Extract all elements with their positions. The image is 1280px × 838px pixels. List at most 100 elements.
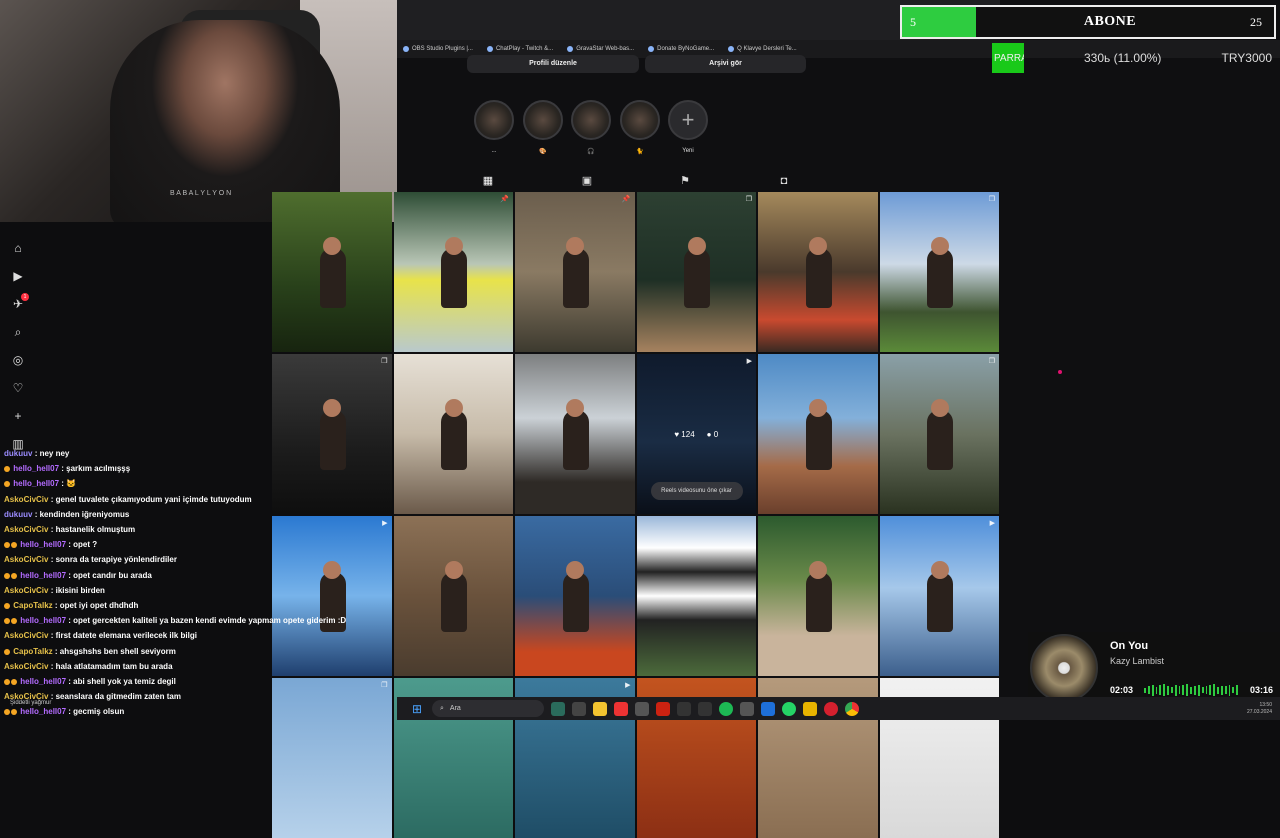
app-circle-icon[interactable] [656, 701, 670, 716]
bookmark-item[interactable]: Q Klavye Dersleri Te... [728, 46, 797, 52]
task-view-icon[interactable] [572, 701, 586, 716]
chat-username[interactable]: AskoCivCiv [4, 662, 48, 671]
bookmark-icon[interactable]: ⚑ [678, 174, 692, 188]
post-thumbnail[interactable] [636, 516, 756, 676]
messages-icon[interactable]: ✈ 1 [10, 293, 29, 312]
chat-badge-icon [11, 542, 17, 549]
post-thumbnail[interactable] [758, 516, 878, 676]
chat-username[interactable]: CapoTalkz [13, 601, 52, 610]
chrome-icon[interactable] [845, 701, 859, 716]
app-red-icon[interactable] [614, 701, 628, 716]
chat-message: AskoCivCiv : ikisini birden [4, 583, 272, 598]
person-silhouette [441, 248, 468, 308]
chat-username[interactable]: dukuuv [4, 510, 32, 519]
new-highlight-button[interactable]: + Yeni [667, 100, 709, 156]
system-tray[interactable]: 13:50 27.03.2024 [1247, 702, 1272, 716]
post-thumbnail[interactable]: ▶ [272, 516, 392, 676]
chat-username[interactable]: AskoCivCiv [4, 586, 48, 595]
view-archive-button[interactable]: Arşivi gör [645, 55, 806, 73]
waveform-bar [1174, 684, 1177, 696]
chat-username[interactable]: hello_hell07 [20, 616, 66, 625]
chat-username[interactable]: hello_hell07 [13, 479, 59, 488]
post-thumbnail[interactable] [758, 192, 878, 352]
post-thumbnail[interactable] [515, 354, 635, 514]
bookmark-item[interactable]: Donate ByNoGame... [648, 46, 714, 52]
waveform-bar [1224, 686, 1227, 694]
explore-icon[interactable]: ◎ [10, 352, 26, 368]
post-thumbnail[interactable]: ♥ 124 ● 0 Reels videosunu öne çıkar ▶ [636, 354, 756, 514]
chat-username[interactable]: hello_hell07 [20, 677, 66, 686]
post-thumbnail[interactable] [393, 354, 513, 514]
waveform-bar [1144, 687, 1146, 693]
chat-message: hello_hell07 : opet ? [4, 537, 272, 552]
post-thumbnail[interactable] [272, 192, 392, 352]
post-thumbnail[interactable] [758, 354, 878, 514]
post-thumbnail[interactable]: ❐ [879, 354, 999, 514]
spotify-icon[interactable] [719, 701, 733, 716]
chat-username[interactable]: hello_hell07 [13, 464, 59, 473]
opera-icon[interactable] [824, 701, 838, 716]
file-explorer-icon[interactable] [593, 701, 607, 716]
post-thumbnail[interactable]: ❐ [272, 354, 392, 514]
create-icon[interactable]: + [10, 408, 26, 424]
chat-text: : opet candır bu arada [68, 570, 152, 580]
chat-username[interactable]: AskoCivCiv [4, 495, 48, 504]
reels-nav-icon[interactable]: ▶ [10, 268, 26, 284]
bookmark-item[interactable]: ChatPlay - Twitch &... [486, 46, 553, 52]
bookmark-item[interactable]: GravaStar Web-bas... [567, 46, 634, 52]
notifications-icon[interactable]: ♡ [10, 380, 26, 396]
chat-badge-icon [11, 709, 17, 716]
app-dark-icon[interactable] [677, 701, 691, 716]
grid-icon[interactable]: ▦ [481, 174, 495, 188]
post-thumbnail[interactable]: ❐ [879, 192, 999, 352]
mail-icon[interactable] [761, 701, 775, 716]
person-silhouette [562, 248, 589, 308]
carousel-icon: ❐ [381, 358, 388, 365]
whatsapp-icon[interactable] [782, 701, 796, 716]
tagged-icon[interactable]: ◘ [777, 174, 791, 188]
person-silhouette [319, 410, 346, 470]
bookmark-item[interactable]: OBS Studio Plugins |... [403, 46, 473, 52]
settings-icon[interactable] [740, 701, 754, 716]
bookmark-favicon-icon [486, 46, 493, 52]
steam-icon[interactable] [698, 701, 712, 716]
chat-username[interactable]: hello_hell07 [20, 707, 66, 716]
chat-message: AskoCivCiv : first datete elemana verile… [4, 628, 272, 643]
chat-badge-icon [4, 481, 10, 488]
app-gray-icon[interactable] [635, 701, 649, 716]
widgets-icon[interactable] [551, 701, 565, 716]
chat-username[interactable]: AskoCivCiv [4, 525, 48, 534]
story-highlight[interactable]: ... [473, 100, 515, 156]
chat-username[interactable]: hello_hell07 [20, 571, 66, 580]
chat-text: : kendinden iğreniyomus [34, 509, 130, 519]
chat-username[interactable]: AskoCivCiv [4, 631, 48, 640]
post-thumbnail[interactable]: ▶ [879, 516, 999, 676]
story-highlight[interactable]: 🐈 [619, 100, 661, 156]
taskbar-search[interactable]: ⌕ Ara [432, 700, 544, 717]
chat-username[interactable]: AskoCivCiv [4, 555, 48, 564]
chat-username[interactable]: dukuuv [4, 449, 32, 458]
folder-icon[interactable] [803, 701, 817, 716]
waveform-bar [1151, 684, 1154, 696]
waveform-bar [1147, 686, 1150, 694]
home-icon[interactable]: ⌂ [10, 240, 26, 256]
highlight-caption: Yeni [682, 148, 694, 154]
post-thumbnail[interactable]: 📌 [393, 192, 513, 352]
story-highlight[interactable]: 🎧 [570, 100, 612, 156]
webcam-overlay: B A B A L Y L Y O N [0, 0, 397, 222]
windows-start-icon[interactable]: ⊞ [412, 703, 424, 715]
feature-reel-button[interactable]: Reels videosunu öne çıkar [650, 482, 743, 500]
story-highlight[interactable]: 🎨 [522, 100, 564, 156]
reels-icon[interactable]: ▣ [580, 174, 594, 188]
post-thumbnail[interactable] [393, 516, 513, 676]
search-icon[interactable]: ⌕ [10, 324, 26, 340]
post-thumbnail[interactable]: 📌 [515, 192, 635, 352]
person-silhouette [927, 248, 954, 308]
post-thumbnail[interactable]: ❐ [636, 192, 756, 352]
edit-profile-button[interactable]: Profili düzenle [467, 55, 639, 73]
post-thumbnail[interactable]: ❐ [272, 678, 392, 838]
chat-username[interactable]: hello_hell07 [20, 540, 66, 549]
post-thumbnail[interactable] [515, 516, 635, 676]
chat-text: : abi shell yok ya temiz degil [68, 677, 176, 687]
chat-username[interactable]: CapoTalkz [13, 647, 52, 656]
